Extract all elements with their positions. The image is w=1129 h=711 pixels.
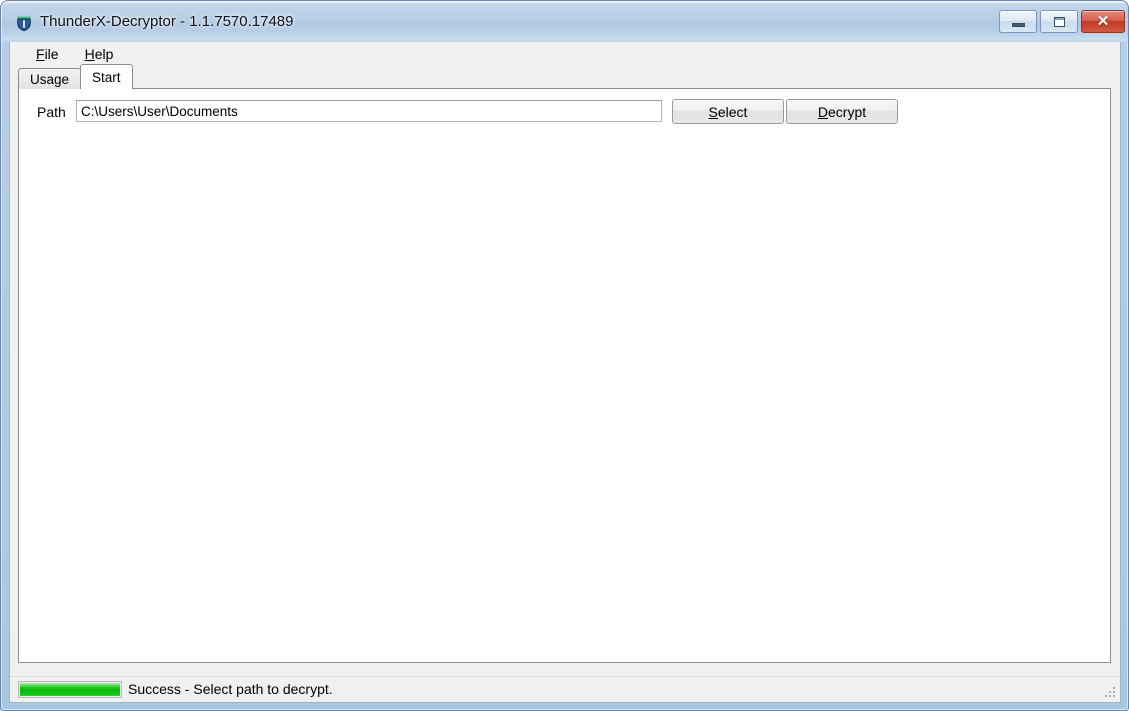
menu-help-rest: elp xyxy=(94,45,114,62)
close-icon: ✕ xyxy=(1096,13,1110,30)
path-input[interactable] xyxy=(76,100,662,122)
status-bar: Success - Select path to decrypt. xyxy=(10,676,1120,702)
title-bar[interactable]: ThunderX-Decryptor - 1.1.7570.17489 ✕ xyxy=(2,2,1128,42)
decrypt-button[interactable]: Decrypt xyxy=(786,99,898,124)
menu-file-mnemonic: F xyxy=(36,45,45,62)
client-area: File Help Usage Start Path Select Decryp… xyxy=(9,42,1121,703)
window-title: ThunderX-Decryptor - 1.1.7570.17489 xyxy=(40,13,294,30)
tab-strip: Usage Start xyxy=(18,64,133,89)
close-button[interactable]: ✕ xyxy=(1081,10,1125,33)
status-message: Success - Select path to decrypt. xyxy=(128,681,333,697)
menu-item-file[interactable]: File xyxy=(27,44,68,64)
maximize-icon xyxy=(1053,16,1065,27)
tab-usage[interactable]: Usage xyxy=(18,68,82,89)
minimize-button[interactable] xyxy=(999,10,1037,33)
menu-help-mnemonic: H xyxy=(84,45,95,62)
minimize-icon xyxy=(1011,22,1025,27)
menu-bar: File Help xyxy=(10,42,1120,65)
select-button-mnemonic: S xyxy=(708,103,718,120)
progress-bar-fill xyxy=(20,683,120,696)
menu-item-help[interactable]: Help xyxy=(76,44,123,64)
select-button-label: elect xyxy=(717,103,748,120)
shield-icon xyxy=(15,14,33,32)
decrypt-button-label: ecrypt xyxy=(828,103,867,120)
select-button[interactable]: Select xyxy=(672,99,784,124)
tab-page-start: Path Select Decrypt xyxy=(18,88,1111,663)
resize-grip-icon[interactable] xyxy=(1103,685,1117,699)
path-label: Path xyxy=(37,104,66,120)
maximize-button[interactable] xyxy=(1040,10,1078,33)
tab-start[interactable]: Start xyxy=(80,64,133,89)
menu-file-rest: ile xyxy=(44,45,59,62)
progress-bar xyxy=(18,681,122,698)
application-window: ThunderX-Decryptor - 1.1.7570.17489 ✕ Fi… xyxy=(0,0,1129,711)
tab-control: Usage Start Path Select Decrypt xyxy=(11,64,1119,676)
decrypt-button-mnemonic: D xyxy=(817,103,828,120)
